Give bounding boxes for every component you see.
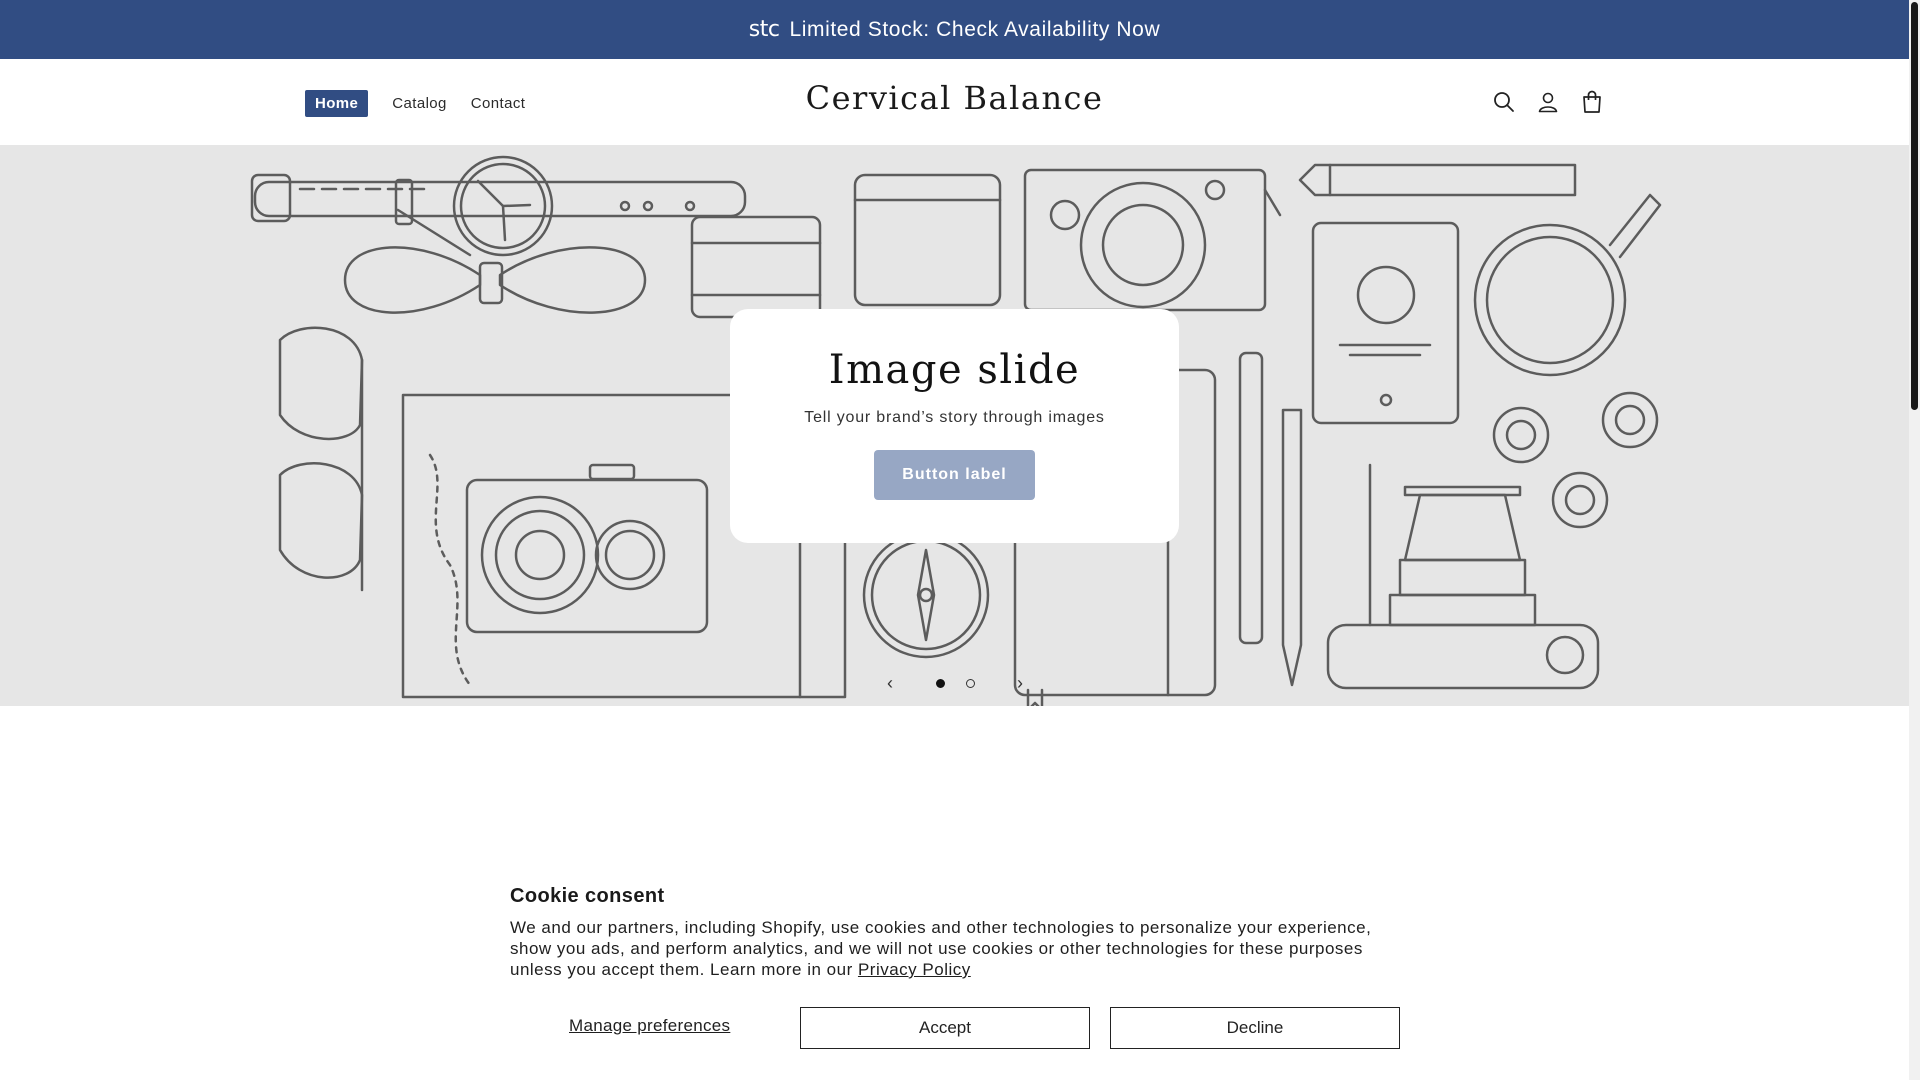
header-icons [1488,87,1620,117]
site-logo[interactable]: Cervical Balance [0,79,1909,117]
scrollbar-thumb[interactable] [1911,2,1918,410]
manage-preferences-link[interactable]: Manage preferences [569,1016,730,1036]
search-icon[interactable] [1488,87,1520,117]
account-icon[interactable] [1532,87,1564,117]
cookie-text: We and our partners, including Shopify, … [510,917,1390,980]
cookie-consent-banner: Cookie consent We and our partners, incl… [510,885,1400,1049]
site-header: Home Catalog Contact Cervical Balance [0,59,1909,145]
slide-title: Image slide [828,347,1081,393]
slide-subtitle: Tell your brand’s story through images [804,409,1105,426]
chevron-right-icon[interactable]: › [1010,673,1030,694]
accept-button[interactable]: Accept [800,1007,1090,1049]
slide-dot-1[interactable] [935,678,945,688]
slide-button[interactable]: Button label [874,450,1035,500]
slide-content-card: Image slide Tell your brand’s story thro… [730,309,1179,543]
cookie-actions: Manage preferences Accept Decline [510,1007,1400,1049]
chevron-left-icon[interactable]: ‹ [880,673,900,694]
cookie-title: Cookie consent [510,885,665,907]
stc-logo-icon: stc [748,17,780,42]
hero-slideshow: Image slide Tell your brand’s story thro… [0,145,1909,706]
cart-icon[interactable] [1576,87,1608,117]
privacy-policy-link[interactable]: Privacy Policy [858,960,971,979]
decline-button[interactable]: Decline [1110,1007,1400,1049]
announcement-bar: stc Limited Stock: Check Availability No… [0,0,1909,59]
slide-dot-2[interactable] [965,678,975,688]
slider-controls: ‹ › [880,672,1030,694]
page-scrollbar[interactable] [1909,0,1920,1080]
announcement-text[interactable]: Limited Stock: Check Availability Now [789,18,1160,42]
slide-dots [935,678,975,688]
